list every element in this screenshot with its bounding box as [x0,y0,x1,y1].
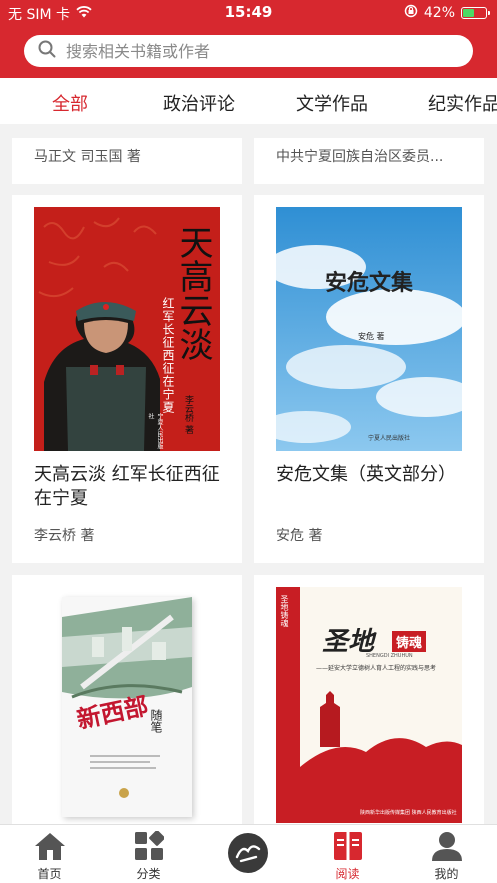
header: 无 SIM 卡 15:49 42% [0,0,497,78]
book-author: 马正文 司玉国 著 [34,149,141,165]
home-icon [34,831,66,865]
book-card[interactable]: 马正文 司玉国 著 [12,138,242,184]
category-tabs: 全部 政治评论 文学作品 纪实作品 [0,78,497,124]
book-card[interactable]: 安危文集 安危 著 宁夏人民出版社 安危文集（英文部分） 安危 著 [254,195,484,563]
book-cover[interactable]: 圣地铸魂 圣地 铸魂 SHENGDI ZHUHUN ——延安大学立德树人育人工程… [276,587,462,823]
battery-percent: 42% [423,5,455,21]
orientation-lock-icon [404,4,418,22]
cover-top-text: 圣地铸魂 [280,595,289,627]
profile-icon [431,831,463,865]
book-card[interactable]: 中共宁夏回族自治区委员... [254,138,484,184]
cover-red-label: 铸魂 [392,631,427,652]
book-author: 安危 著 [276,528,323,544]
book-grid: 马正文 司玉国 著 中共宁夏回族自治区委员... 天高云淡 红军长征西征在宁夏 [0,124,497,824]
cover-author: 安危 著 [358,332,385,341]
cover-publisher: 宁夏人民出版社 [368,435,411,442]
nav-profile[interactable]: 我的 [397,825,496,883]
book-title: 安危文集（英文部分） [276,464,456,485]
cover-pinyin: SHENGDI ZHUHUN [366,653,413,659]
nav-zhiku[interactable] [198,825,297,883]
zhiku-logo-icon [226,831,270,879]
search-bar[interactable] [24,35,473,67]
book-cover[interactable]: 安危文集 安危 著 宁夏人民出版社 [276,207,462,451]
nav-label: 我的 [434,867,459,881]
book-cover[interactable]: 天高云淡 红军长征西征在宁夏 李云桥 著 宁夏人民出版社 [34,207,220,451]
nav-category[interactable]: 分类 [99,825,198,883]
book-author: 中共宁夏回族自治区委员... [276,149,444,165]
bottom-nav: 首页 分类 阅读 我的 [0,824,497,883]
book-card[interactable]: 新西部 随笔 [12,575,242,824]
cover-subtitle: 红军长征西征在宁夏 [161,297,175,414]
tab-literary-works[interactable]: 文学作品 [296,90,368,116]
cover-author: 李云桥 著 [183,395,193,434]
category-icon [134,830,165,865]
cover-publisher: 陕西新华出版传媒集团 陕西人民教育出版社 [360,810,457,816]
book-title: 天高云淡 红军长征西征在宁夏 [34,464,220,509]
cover-subtitle: 随笔 [149,709,163,733]
tab-documentary-works[interactable]: 纪实作品 [428,90,497,116]
nav-label: 阅读 [335,867,360,881]
nav-label: 分类 [136,867,161,881]
cover-publisher: 宁夏人民出版社 [147,413,163,449]
book-card[interactable]: 天高云淡 红军长征西征在宁夏 李云桥 著 宁夏人民出版社 天高云淡 红军长征西征… [12,195,242,563]
battery-icon [461,7,490,19]
nav-reading[interactable]: 阅读 [298,825,397,883]
reading-icon [333,831,363,865]
cover-big-title: 安危文集 [324,270,413,296]
tab-all[interactable]: 全部 [52,90,88,116]
book-author: 李云桥 著 [34,528,95,544]
book-cover[interactable]: 新西部 随笔 [62,597,192,817]
search-icon [38,40,56,62]
status-bar: 无 SIM 卡 15:49 42% [0,0,497,26]
nav-home[interactable]: 首页 [0,825,99,883]
book-card[interactable]: 圣地铸魂 圣地 铸魂 SHENGDI ZHUHUN ——延安大学立德树人育人工程… [254,575,484,824]
search-input[interactable] [66,41,446,61]
tab-political-review[interactable]: 政治评论 [163,90,235,116]
nav-label: 首页 [37,867,62,881]
cover-subtitle: ——延安大学立德树人育人工程的实践与思考 [316,665,437,672]
